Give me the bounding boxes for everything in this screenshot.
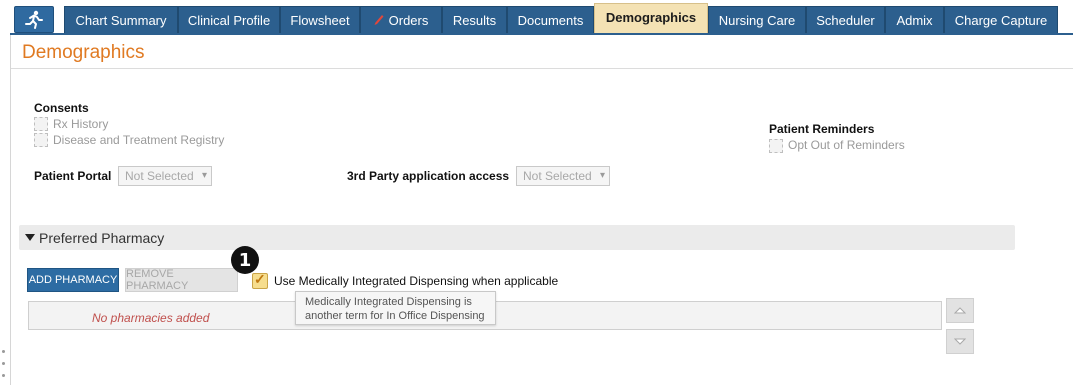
third-party-value: Not Selected xyxy=(523,169,592,183)
tooltip-line: Medically Integrated Dispensing is xyxy=(305,296,472,308)
section-title: Preferred Pharmacy xyxy=(39,229,165,246)
person-running-icon xyxy=(25,10,43,29)
opt-out-label: Opt Out of Reminders xyxy=(788,138,905,152)
mid-checkbox[interactable]: ✓ xyxy=(252,271,268,289)
tooltip-line: another term for In Office Dispensing xyxy=(305,310,485,322)
mid-label: Use Medically Integrated Dispensing when… xyxy=(274,274,559,288)
tab-flowsheet[interactable]: Flowsheet xyxy=(280,6,360,33)
chevron-down-icon: ▾ xyxy=(599,170,605,181)
tab-chart-summary[interactable]: Chart Summary xyxy=(64,6,178,33)
triangle-down-icon xyxy=(954,338,966,345)
tab-bar: Chart Summary Clinical Profile Flowsheet… xyxy=(0,0,1073,35)
page-title: Demographics xyxy=(22,42,145,63)
move-down-button[interactable] xyxy=(946,329,974,354)
tab-label: Nursing Care xyxy=(718,12,796,28)
patient-portal-label: Patient Portal xyxy=(34,169,112,183)
mid-tooltip: Medically Integrated Dispensing is anoth… xyxy=(295,291,496,325)
left-border xyxy=(10,35,11,385)
rx-history-checkbox[interactable] xyxy=(34,117,48,131)
triangle-up-icon xyxy=(954,307,966,314)
tab-label: Scheduler xyxy=(816,12,875,28)
preferred-pharmacy-header[interactable]: Preferred Pharmacy xyxy=(19,225,1015,250)
grip-dot xyxy=(2,374,5,377)
tab-label: Documents xyxy=(517,12,584,28)
tab-demographics[interactable]: Demographics xyxy=(594,3,708,34)
tab-charge-capture[interactable]: Charge Capture xyxy=(944,6,1058,33)
tab-bar-underline xyxy=(10,33,1073,35)
tab-admix[interactable]: Admix xyxy=(885,6,944,33)
tab-label: Clinical Profile xyxy=(187,12,271,28)
tab-label: Chart Summary xyxy=(75,12,167,28)
registry-label: Disease and Treatment Registry xyxy=(53,133,225,147)
grip-dot xyxy=(2,350,5,353)
pencil-icon xyxy=(374,15,384,25)
tab-label: Admix xyxy=(896,12,933,28)
remove-pharmacy-button[interactable]: REMOVE PHARMACY xyxy=(125,268,238,292)
caret-down-icon xyxy=(25,234,35,241)
third-party-label: 3rd Party application access xyxy=(347,169,510,183)
empty-list-message: No pharmacies added xyxy=(92,311,210,325)
move-up-button[interactable] xyxy=(946,298,974,323)
tab-label: Flowsheet xyxy=(290,12,350,28)
tab-clinical-profile[interactable]: Clinical Profile xyxy=(178,6,280,33)
grip-dot xyxy=(2,362,5,365)
tab-scheduler[interactable]: Scheduler xyxy=(806,6,885,33)
title-divider xyxy=(11,68,1073,69)
reminders-heading: Patient Reminders xyxy=(769,122,875,136)
third-party-select[interactable]: Not Selected ▾ xyxy=(516,166,610,186)
rx-history-label: Rx History xyxy=(53,117,109,131)
chevron-down-icon: ▾ xyxy=(201,170,207,181)
add-pharmacy-button[interactable]: ADD PHARMACY xyxy=(27,268,119,292)
consents-heading: Consents xyxy=(34,101,89,115)
tab-documents[interactable]: Documents xyxy=(507,6,594,33)
tab-label: Orders xyxy=(388,12,429,28)
tab-nursing-care[interactable]: Nursing Care xyxy=(708,6,806,33)
callout-badge: 1 xyxy=(231,246,259,274)
tab-orders[interactable]: Orders xyxy=(360,6,442,33)
home-button[interactable] xyxy=(14,6,54,33)
opt-out-checkbox[interactable] xyxy=(769,139,783,153)
tab-label: Results xyxy=(452,12,497,28)
patient-portal-select[interactable]: Not Selected ▾ xyxy=(118,166,212,186)
registry-checkbox[interactable] xyxy=(34,133,48,147)
tab-label: Demographics xyxy=(605,10,697,25)
tab-results[interactable]: Results xyxy=(442,6,507,33)
checkmark-icon: ✓ xyxy=(254,271,266,287)
tab-label: Charge Capture xyxy=(954,12,1048,28)
patient-portal-value: Not Selected xyxy=(125,169,194,183)
